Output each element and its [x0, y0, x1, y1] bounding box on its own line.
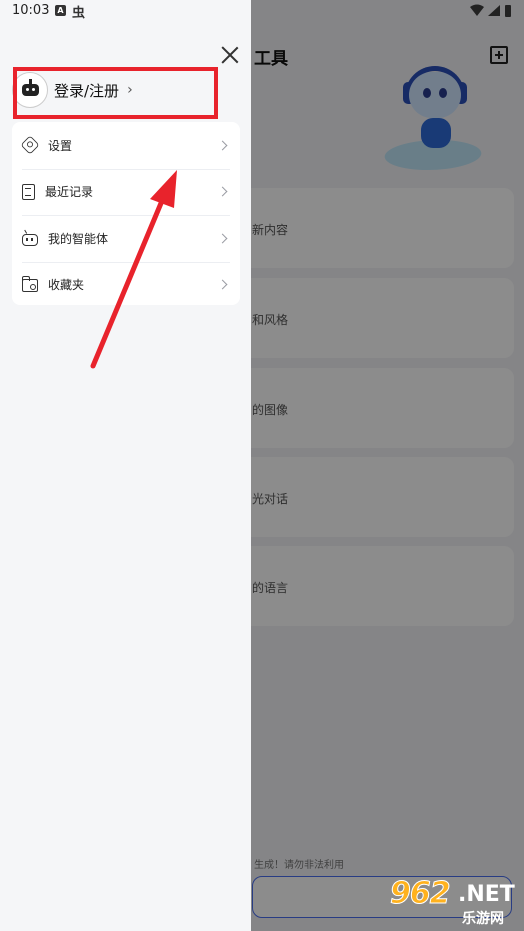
battery-icon	[505, 5, 511, 17]
menu-item-label: 最近记录	[45, 185, 94, 200]
folder-icon	[21, 276, 38, 293]
chevron-right-icon	[217, 233, 228, 244]
menu-item-favorites[interactable]: 收藏夹	[12, 261, 240, 309]
chevron-right-icon	[217, 140, 228, 151]
chevron-right-icon	[217, 279, 228, 290]
robot-icon	[22, 233, 38, 246]
watermark-domain: .NET	[458, 882, 515, 907]
gear-icon	[20, 135, 40, 155]
notification-bug-icon: 虫	[72, 6, 86, 21]
document-icon	[22, 183, 35, 200]
watermark-name: 乐游网	[462, 911, 504, 927]
status-icons	[470, 4, 511, 17]
menu-item-label: 设置	[48, 138, 73, 153]
wifi-icon	[470, 4, 484, 16]
status-time: 10:03	[12, 3, 50, 18]
drawer-menu: 设置 最近记录 我的智能体 收藏夹	[12, 122, 240, 305]
menu-item-settings[interactable]: 设置	[12, 122, 240, 169]
menu-item-my-agents[interactable]: 我的智能体	[12, 215, 240, 262]
menu-item-label: 我的智能体	[48, 231, 109, 246]
status-bar: 10:03 A 虫	[0, 0, 524, 24]
chevron-right-icon	[217, 186, 228, 197]
watermark-number: 962	[390, 876, 452, 912]
menu-item-label: 收藏夹	[48, 278, 85, 293]
notification-a-icon: A	[55, 5, 66, 16]
side-drawer: 登录/注册 › 设置 最近记录 我的智能体 收藏夹	[0, 0, 251, 931]
highlight-box	[13, 67, 218, 119]
menu-item-recent[interactable]: 最近记录	[12, 168, 240, 216]
close-icon[interactable]	[219, 44, 241, 66]
watermark-logo: 962 .NET 乐游网	[386, 876, 520, 928]
signal-icon	[488, 5, 500, 16]
